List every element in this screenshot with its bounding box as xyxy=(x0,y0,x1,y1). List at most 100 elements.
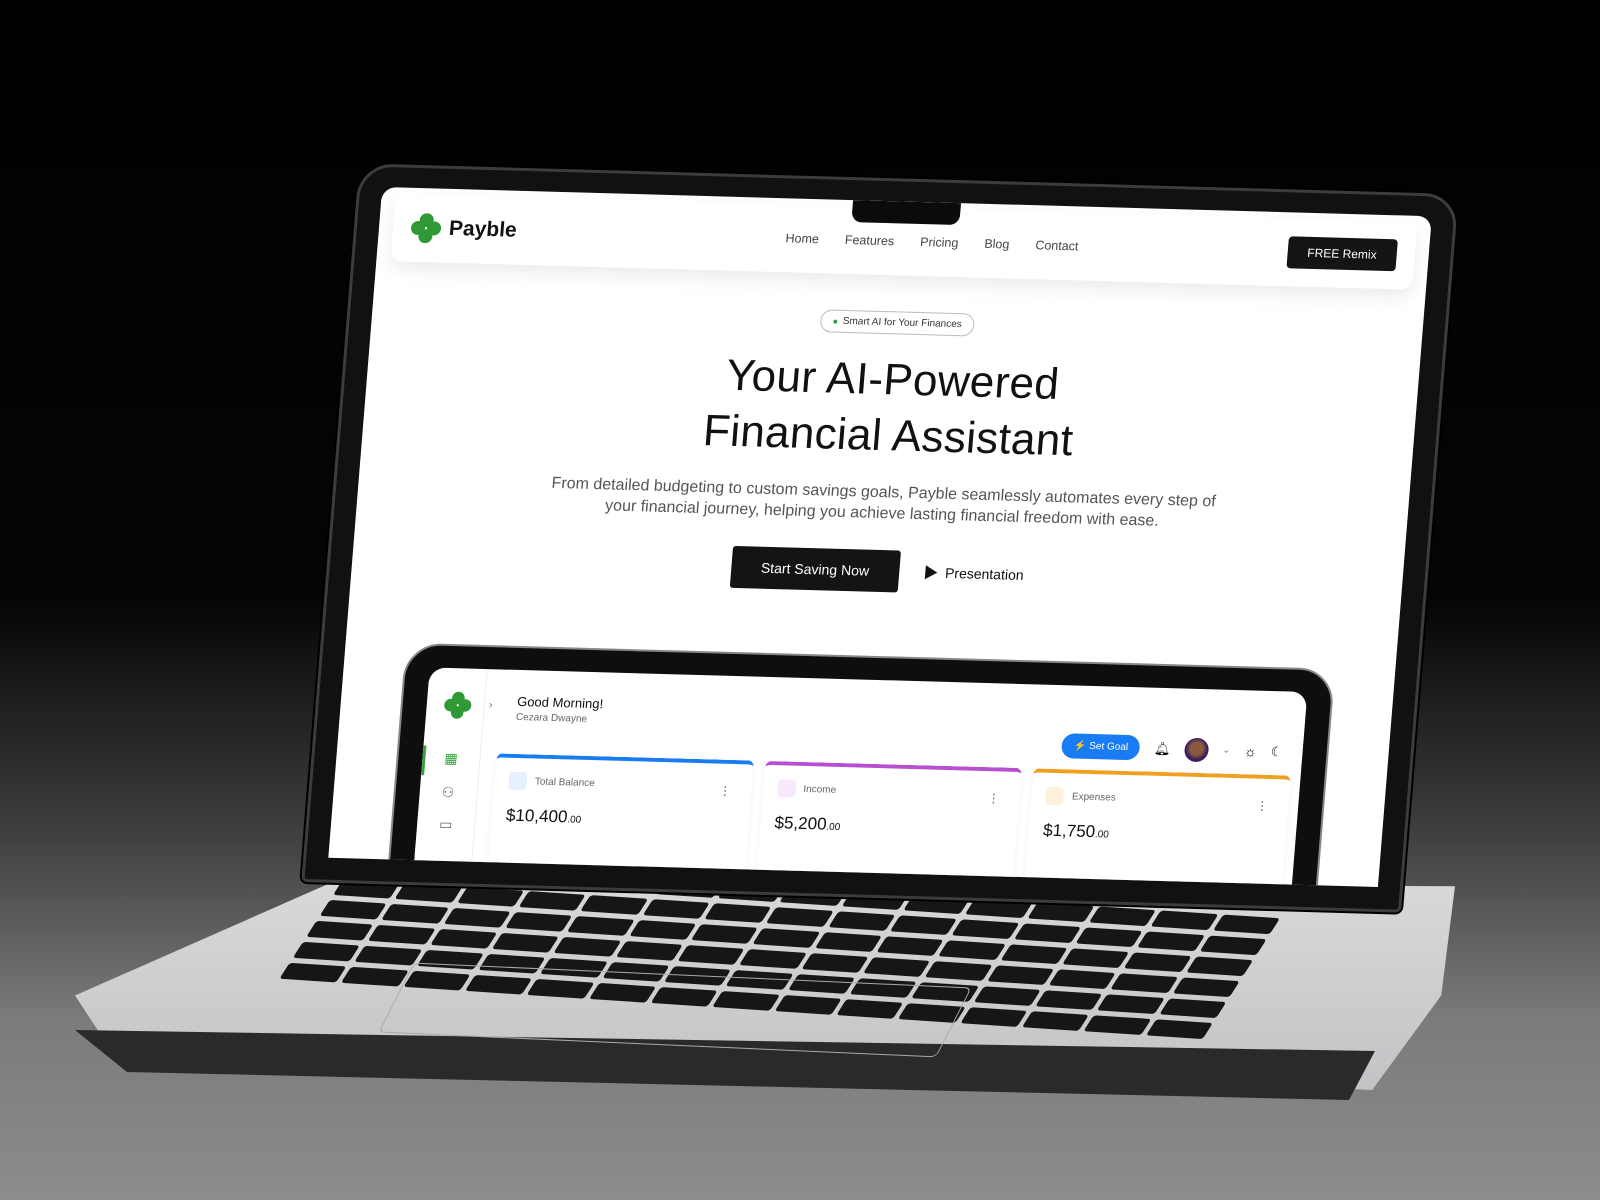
set-goal-label: Set Goal xyxy=(1088,740,1129,753)
laptop-lid: Payble Home Features Pricing Blog Contac… xyxy=(301,163,1459,913)
badge-text: Smart AI for Your Finances xyxy=(842,315,963,331)
card-expenses[interactable]: Expenses ⋮ $1,750.00 xyxy=(1025,768,1291,886)
clover-icon xyxy=(410,213,442,244)
hero-badge: Smart AI for Your Finances xyxy=(818,309,976,337)
keyboard-key xyxy=(924,961,993,981)
avatar[interactable] xyxy=(1183,737,1210,762)
more-icon[interactable]: ⋮ xyxy=(719,784,732,798)
keyboard-key xyxy=(456,887,525,907)
keyboard-key xyxy=(973,986,1041,1006)
card-amount: $1,750 xyxy=(1042,820,1096,842)
keyboard-key xyxy=(1027,902,1095,923)
keyboard-key xyxy=(580,895,648,915)
grid-icon[interactable]: ▦ xyxy=(444,750,459,767)
active-indicator xyxy=(421,745,427,776)
wallet-icon[interactable]: ▭ xyxy=(439,816,454,833)
bell-icon[interactable]: 🔔︎ xyxy=(1153,740,1171,756)
keyboard-key xyxy=(1185,956,1254,977)
dashboard-sidebar: ▦ ⚇ ▭ xyxy=(407,667,488,888)
nav-home[interactable]: Home xyxy=(785,231,819,246)
free-remix-button[interactable]: FREE Remix xyxy=(1286,236,1398,272)
laptop-screen: Payble Home Features Pricing Blog Contac… xyxy=(328,186,1432,888)
nav-blog[interactable]: Blog xyxy=(984,237,1010,252)
hero: Smart AI for Your Finances Your AI-Power… xyxy=(351,297,1423,607)
card-cents: .00 xyxy=(825,821,841,833)
sun-icon[interactable]: ☼ xyxy=(1243,743,1257,759)
keyboard-key xyxy=(1035,990,1103,1010)
chevron-down-icon[interactable]: ⌄ xyxy=(1222,745,1230,756)
keyboard-key xyxy=(876,936,944,956)
nav-pricing[interactable]: Pricing xyxy=(920,235,959,250)
keyboard-key xyxy=(505,912,573,932)
greeting: Good Morning! xyxy=(516,693,604,712)
card-total-balance[interactable]: Total Balance ⋮ $10,400.00 xyxy=(488,753,754,871)
hero-subtitle: From detailed budgeting to custom saving… xyxy=(550,474,1217,530)
start-saving-button[interactable]: Start Saving Now xyxy=(729,545,901,593)
hand-coins-icon xyxy=(1045,786,1065,806)
coins-icon xyxy=(776,779,797,798)
user-name: Cezara Dwayne xyxy=(515,711,588,725)
keyboard-key xyxy=(889,915,958,935)
nav-contact[interactable]: Contact xyxy=(1035,238,1079,253)
keyboard-key xyxy=(553,937,621,957)
keyboard-key xyxy=(1048,969,1116,990)
clover-icon xyxy=(443,691,472,719)
more-icon[interactable]: ⋮ xyxy=(1256,799,1269,813)
users-icon[interactable]: ⚇ xyxy=(441,784,455,801)
keyboard-key xyxy=(704,903,772,923)
card-label: Income xyxy=(802,783,837,796)
hero-title: Your AI-Powered Financial Assistant xyxy=(361,338,1420,479)
keyboard-key xyxy=(814,932,882,952)
title-line-2: Financial Assistant xyxy=(701,406,1076,466)
set-goal-button[interactable]: ⚡ Set Goal xyxy=(1060,733,1142,761)
keyboard-key xyxy=(642,899,710,919)
title-line-1: Your AI-Powered xyxy=(724,350,1062,409)
dashboard-preview-device: ▦ ⚇ ▭ › Good Morning! Cezara Dwayne ⚡ Se… xyxy=(381,642,1336,888)
play-icon xyxy=(924,565,938,580)
presentation-label: Presentation xyxy=(944,564,1025,584)
wallet-icon xyxy=(508,771,528,791)
keyboard-key xyxy=(801,953,869,973)
keyboard-key xyxy=(828,911,896,931)
keyboard-key xyxy=(1123,952,1192,973)
keyboard-key xyxy=(1097,994,1165,1015)
chevron-right-icon[interactable]: › xyxy=(488,699,493,711)
card-label: Total Balance xyxy=(534,775,596,789)
keyboard-key xyxy=(443,907,511,928)
brand-name: Payble xyxy=(448,216,518,242)
keyboard-key xyxy=(1000,944,1068,965)
keyboard-key xyxy=(986,965,1055,985)
keyboard-key xyxy=(1013,923,1081,944)
keyboard-key xyxy=(306,920,374,941)
keyboard-key xyxy=(1137,931,1205,952)
presentation-button[interactable]: Presentation xyxy=(924,564,1024,583)
keyboard-key xyxy=(1110,973,1178,994)
moon-icon[interactable]: ☾ xyxy=(1270,744,1283,760)
keyboard-key xyxy=(1159,998,1227,1019)
keyboard-key xyxy=(368,924,436,945)
card-label: Expenses xyxy=(1071,790,1117,804)
more-icon[interactable]: ⋮ xyxy=(987,791,1000,805)
keyboard-key xyxy=(567,916,635,936)
dashboard-preview: ▦ ⚇ ▭ › Good Morning! Cezara Dwayne ⚡ Se… xyxy=(407,667,1308,888)
keyboard-key xyxy=(429,928,498,949)
keyboard-key xyxy=(752,928,821,948)
card-cents: .00 xyxy=(1094,829,1110,841)
keyboard-key xyxy=(491,932,560,953)
dot-icon xyxy=(832,319,838,324)
card-amount: $5,200 xyxy=(773,813,828,834)
card-income[interactable]: Income ⋮ $5,200.00 xyxy=(756,760,1023,878)
keyboard-key xyxy=(677,945,745,965)
keyboard-key xyxy=(1062,948,1130,969)
keyboard-key xyxy=(615,941,683,961)
keyboard-key xyxy=(1075,927,1143,948)
keyboard-key xyxy=(1199,935,1267,956)
brand-logo[interactable]: Payble xyxy=(410,213,518,246)
nav-features[interactable]: Features xyxy=(844,233,894,248)
camera-notch xyxy=(851,200,962,226)
card-amount: $10,400 xyxy=(505,805,569,827)
keyboard-key xyxy=(381,903,449,924)
keyboard-key xyxy=(690,924,759,944)
keyboard-key xyxy=(1172,977,1240,998)
keyboard-key xyxy=(1212,914,1280,935)
